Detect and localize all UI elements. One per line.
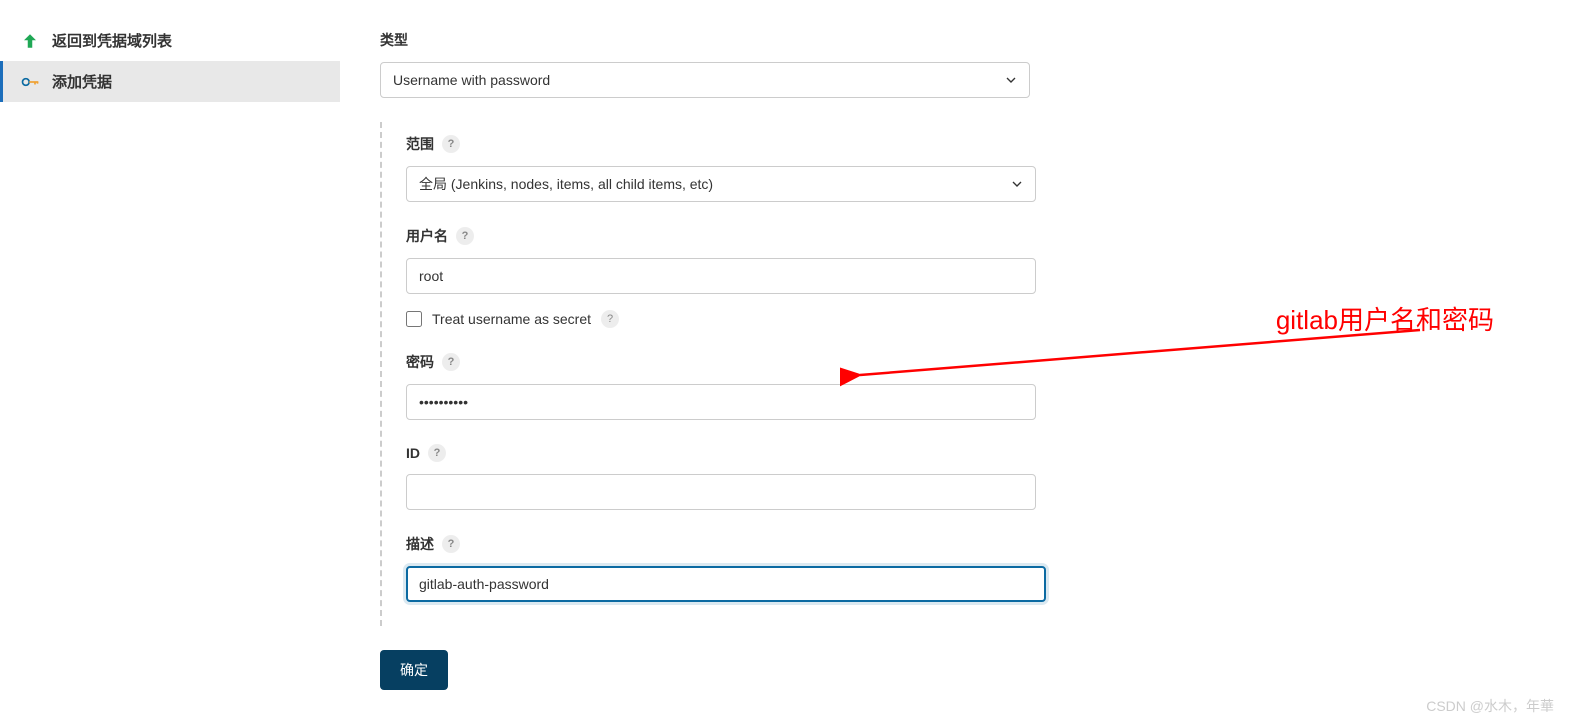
description-label: 描述 ? [406,534,1534,554]
form-group-description: 描述 ? [406,534,1534,602]
sidebar-item-label: 返回到凭据域列表 [52,30,172,51]
label-text: 用户名 [406,226,448,246]
checkbox-row-secret: Treat username as secret ? [406,310,1534,328]
username-input[interactable] [406,258,1036,294]
label-text: 范围 [406,134,434,154]
form-group-id: ID ? [406,444,1534,510]
help-icon[interactable]: ? [456,227,474,245]
form-group-username: 用户名 ? Treat username as secret ? [406,226,1534,328]
indented-section: 范围 ? 全局 (Jenkins, nodes, items, all chil… [380,122,1534,626]
help-icon[interactable]: ? [428,444,446,462]
watermark: CSDN @水木，年華 [1426,696,1554,716]
main-content: 类型 Username with password 范围 ? 全局 (Jenki… [340,0,1574,726]
description-input[interactable] [406,566,1046,602]
scope-label: 范围 ? [406,134,1534,154]
username-label: 用户名 ? [406,226,1534,246]
submit-button[interactable]: 确定 [380,650,448,690]
form-group-password: 密码 ? [406,352,1534,420]
form-group-scope: 范围 ? 全局 (Jenkins, nodes, items, all chil… [406,134,1534,202]
submit-row: 确定 [380,650,1534,690]
type-label: 类型 [380,30,1534,50]
help-icon[interactable]: ? [442,353,460,371]
type-select[interactable]: Username with password [380,62,1030,98]
sidebar-item-back[interactable]: 返回到凭据域列表 [0,20,340,61]
treat-secret-checkbox[interactable] [406,311,422,327]
sidebar-item-label: 添加凭据 [52,71,112,92]
help-icon[interactable]: ? [442,535,460,553]
form-group-type: 类型 Username with password [380,30,1534,98]
help-icon[interactable]: ? [601,310,619,328]
password-input[interactable] [406,384,1036,420]
sidebar: 返回到凭据域列表 添加凭据 [0,0,340,726]
label-text: ID [406,445,420,461]
sidebar-item-add-credential[interactable]: 添加凭据 [0,61,340,102]
label-text: 密码 [406,352,434,372]
password-label: 密码 ? [406,352,1534,372]
label-text: 类型 [380,30,408,50]
help-icon[interactable]: ? [442,135,460,153]
id-label: ID ? [406,444,1534,462]
checkbox-label: Treat username as secret [432,311,591,327]
scope-select[interactable]: 全局 (Jenkins, nodes, items, all child ite… [406,166,1036,202]
label-text: 描述 [406,534,434,554]
arrow-up-icon [20,31,40,51]
id-input[interactable] [406,474,1036,510]
key-icon [20,72,40,92]
